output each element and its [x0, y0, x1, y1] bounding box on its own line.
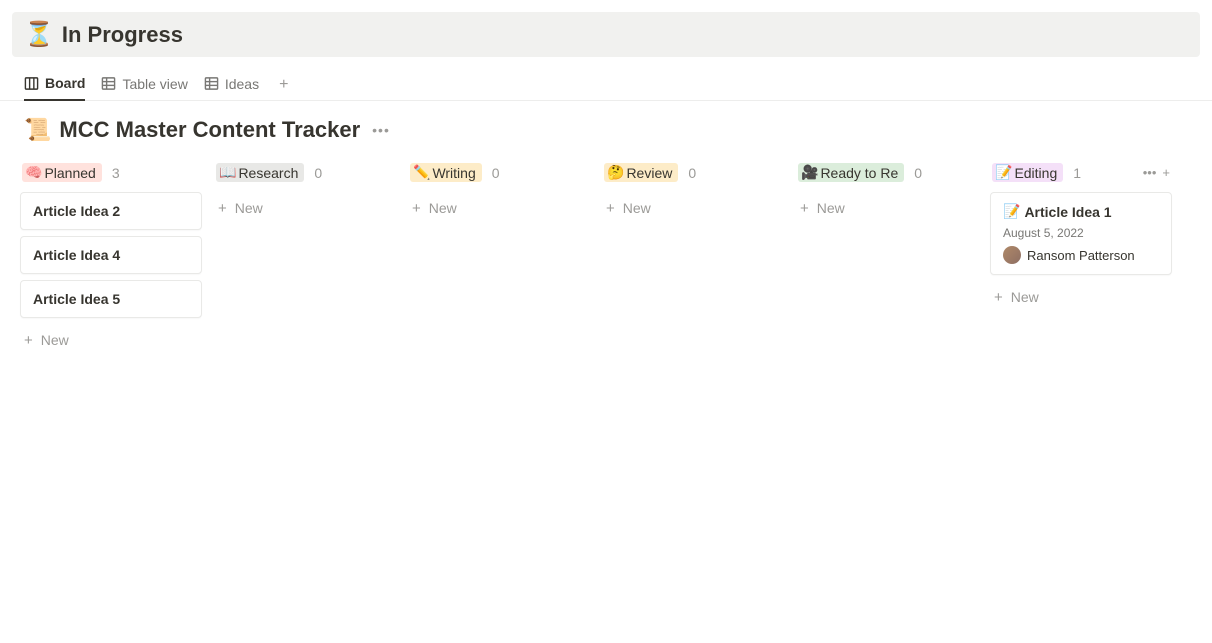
- column-actions: ••• +: [1143, 165, 1170, 180]
- plus-icon: +: [606, 201, 615, 216]
- new-card-button[interactable]: + New: [990, 283, 1172, 311]
- status-emoji: ✏️: [413, 164, 430, 181]
- tab-ideas[interactable]: Ideas: [204, 70, 259, 100]
- new-label: New: [1011, 289, 1039, 305]
- column-header: 📖Research 0: [214, 159, 396, 192]
- tab-board[interactable]: Board: [24, 69, 85, 101]
- status-pill[interactable]: ✏️Writing: [410, 163, 482, 182]
- status-label: Research: [238, 165, 298, 181]
- plus-icon: +: [994, 290, 1003, 305]
- plus-icon: +: [800, 201, 809, 216]
- plus-icon: +: [24, 333, 33, 348]
- new-label: New: [41, 332, 69, 348]
- card-title: Article Idea 4: [33, 247, 189, 263]
- page-header: ⏳ In Progress: [12, 12, 1200, 57]
- new-card-button[interactable]: + New: [796, 194, 978, 222]
- status-label: Planned: [44, 165, 95, 181]
- status-emoji: 📖: [219, 164, 236, 181]
- tab-label: Table view: [122, 76, 187, 92]
- card-person: Ransom Patterson: [1003, 246, 1159, 264]
- new-card-button[interactable]: + New: [602, 194, 784, 222]
- database-emoji: 📜: [24, 117, 51, 143]
- new-label: New: [623, 200, 651, 216]
- board-icon: [24, 76, 39, 91]
- column-header: ✏️Writing 0: [408, 159, 590, 192]
- column-count: 0: [688, 165, 696, 181]
- column-writing: ✏️Writing 0 + New: [408, 159, 590, 354]
- database-more-button[interactable]: •••: [368, 120, 394, 140]
- page-emoji: ⏳: [24, 20, 54, 49]
- database-title-row: 📜 MCC Master Content Tracker •••: [0, 101, 1212, 151]
- plus-icon: +: [218, 201, 227, 216]
- card[interactable]: Article Idea 4: [20, 236, 202, 274]
- column-header: 📝Editing 1 ••• +: [990, 159, 1172, 192]
- status-label: Editing: [1014, 165, 1057, 181]
- new-card-button[interactable]: + New: [214, 194, 396, 222]
- card-emoji: 📝: [1003, 203, 1020, 220]
- status-emoji: 🤔: [607, 164, 624, 181]
- status-pill[interactable]: 🧠Planned: [22, 163, 102, 182]
- tab-label: Ideas: [225, 76, 259, 92]
- column-add-button[interactable]: +: [1162, 165, 1170, 180]
- card[interactable]: Article Idea 5: [20, 280, 202, 318]
- status-emoji: 📝: [995, 164, 1012, 181]
- column-header: 🧠Planned 3: [20, 159, 202, 192]
- column-editing: 📝Editing1•••+📝Article Idea 1August 5, 20…: [990, 159, 1172, 354]
- card-title-text: Article Idea 5: [33, 291, 120, 307]
- column-more-button[interactable]: •••: [1143, 165, 1157, 180]
- page-title: In Progress: [62, 22, 183, 48]
- status-pill[interactable]: 🎥Ready to Re: [798, 163, 904, 182]
- status-pill[interactable]: 📖Research: [216, 163, 304, 182]
- column-count: 0: [314, 165, 322, 181]
- new-label: New: [429, 200, 457, 216]
- card-title: Article Idea 5: [33, 291, 189, 307]
- status-pill[interactable]: 📝Editing: [992, 163, 1063, 182]
- status-label: Ready to Re: [820, 165, 898, 181]
- column-review: 🤔Review 0 + New: [602, 159, 784, 354]
- status-label: Writing: [432, 165, 475, 181]
- column-count: 1: [1073, 165, 1081, 181]
- status-label: Review: [626, 165, 672, 181]
- card-title: Article Idea 2: [33, 203, 189, 219]
- card-date: August 5, 2022: [1003, 226, 1159, 240]
- card-title-text: Article Idea 1: [1024, 204, 1111, 220]
- status-emoji: 🎥: [801, 164, 818, 181]
- card[interactable]: 📝Article Idea 1 August 5, 2022 Ransom Patt…: [990, 192, 1172, 275]
- card-title: 📝Article Idea 1: [1003, 203, 1159, 220]
- status-emoji: 🧠: [25, 164, 42, 181]
- database-title: MCC Master Content Tracker: [59, 117, 360, 143]
- column-planned: 🧠Planned 3 Article Idea 2 Article Idea 4 Art…: [20, 159, 202, 354]
- column-header: 🤔Review 0: [602, 159, 784, 192]
- card[interactable]: Article Idea 2: [20, 192, 202, 230]
- table-icon: [204, 76, 219, 91]
- avatar: [1003, 246, 1021, 264]
- table-icon: [101, 76, 116, 91]
- plus-icon: +: [412, 201, 421, 216]
- card-title-text: Article Idea 2: [33, 203, 120, 219]
- column-count: 3: [112, 165, 120, 181]
- status-pill[interactable]: 🤔Review: [604, 163, 678, 182]
- tab-label: Board: [45, 75, 85, 91]
- view-tabs: Board Table view Ideas +: [0, 69, 1212, 101]
- column-count: 0: [492, 165, 500, 181]
- kanban-board: 🧠Planned 3 Article Idea 2 Article Idea 4 Art…: [0, 151, 1212, 394]
- column-count: 0: [914, 165, 922, 181]
- new-card-button[interactable]: + New: [408, 194, 590, 222]
- card-person-name: Ransom Patterson: [1027, 248, 1135, 263]
- new-label: New: [235, 200, 263, 216]
- column-research: 📖Research 0 + New: [214, 159, 396, 354]
- new-label: New: [817, 200, 845, 216]
- column-header: 🎥Ready to Re 0: [796, 159, 978, 192]
- card-title-text: Article Idea 4: [33, 247, 120, 263]
- column-ready-to-re: 🎥Ready to Re 0 + New: [796, 159, 978, 354]
- add-view-button[interactable]: +: [275, 72, 292, 98]
- tab-table-view[interactable]: Table view: [101, 70, 187, 100]
- new-card-button[interactable]: + New: [20, 326, 202, 354]
